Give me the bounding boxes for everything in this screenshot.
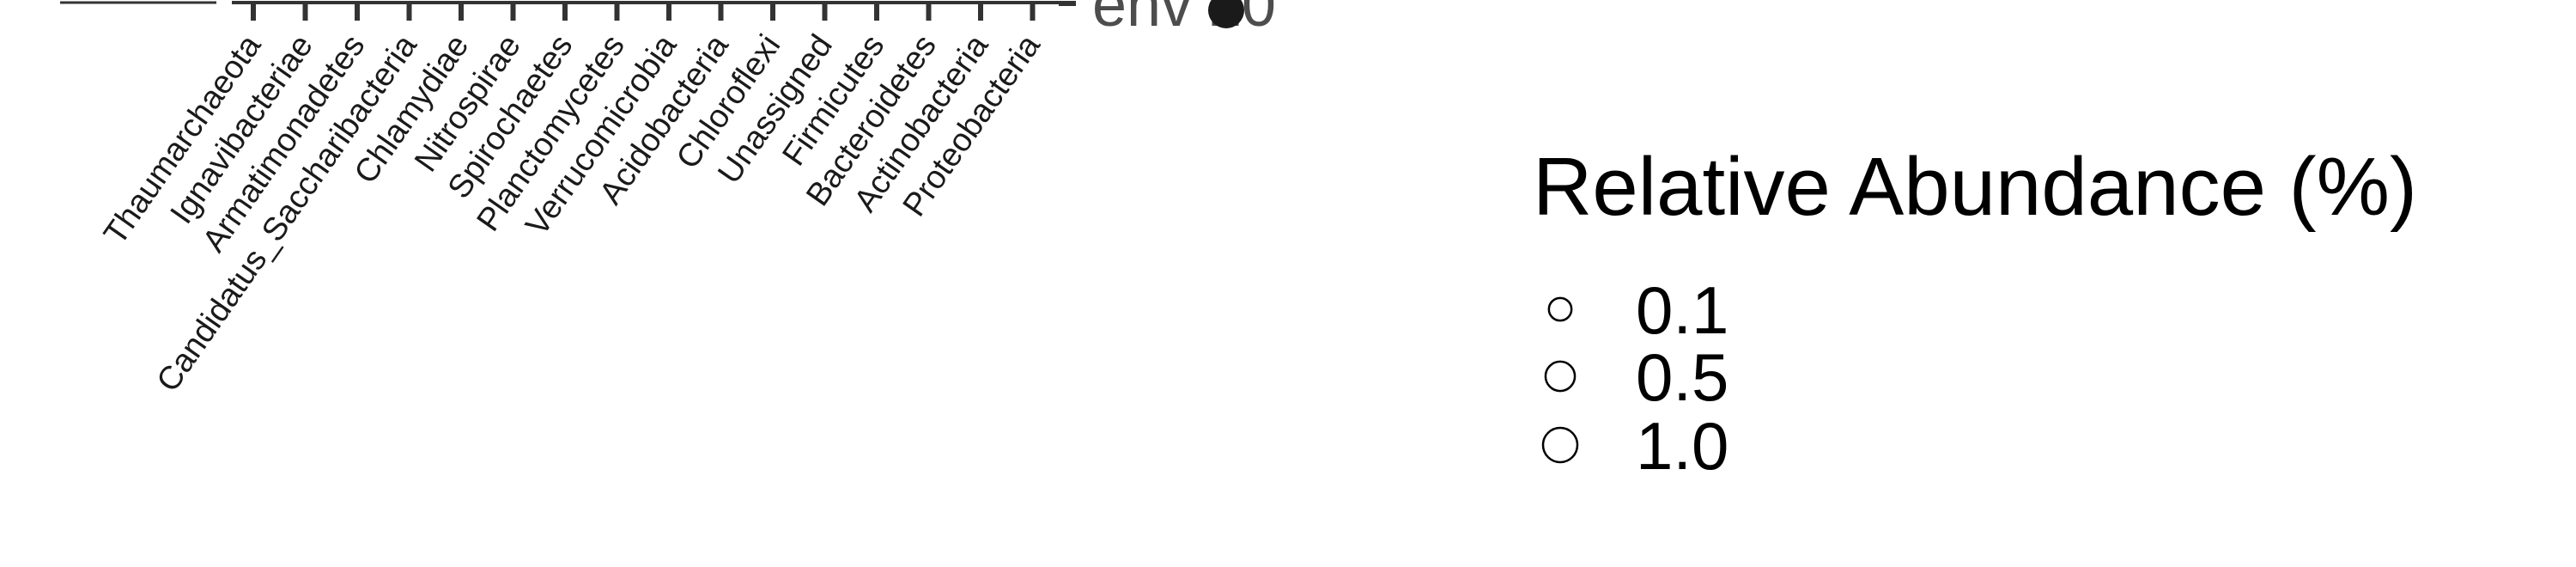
legend-key-1-0 [1541,426,1579,464]
bubble-chart: Thaumarchaeota Ignavibacteriae Armatimonad… [0,0,2576,567]
x-axis-tick-labels: ThaumarchaeotaIgnavibacteriaeArmatimonad… [97,27,1048,398]
row-label-env: env [1092,0,1192,40]
legend-label-1-0: 1.0 [1636,408,1728,484]
legend-label-0-1: 0.1 [1636,272,1728,348]
legend-key-0-1 [1547,296,1573,322]
legend-label-0-5: 0.5 [1636,339,1728,415]
chart-canvas: ThaumarchaeotaIgnavibacteriaeArmatimonad… [60,0,2417,484]
x-axis-ticks [251,3,1036,21]
legend-title: Relative Abundance (%) [1533,141,2417,233]
legend-key-0-5 [1544,360,1577,393]
legend: 0.10.51.0 [1541,272,1728,484]
